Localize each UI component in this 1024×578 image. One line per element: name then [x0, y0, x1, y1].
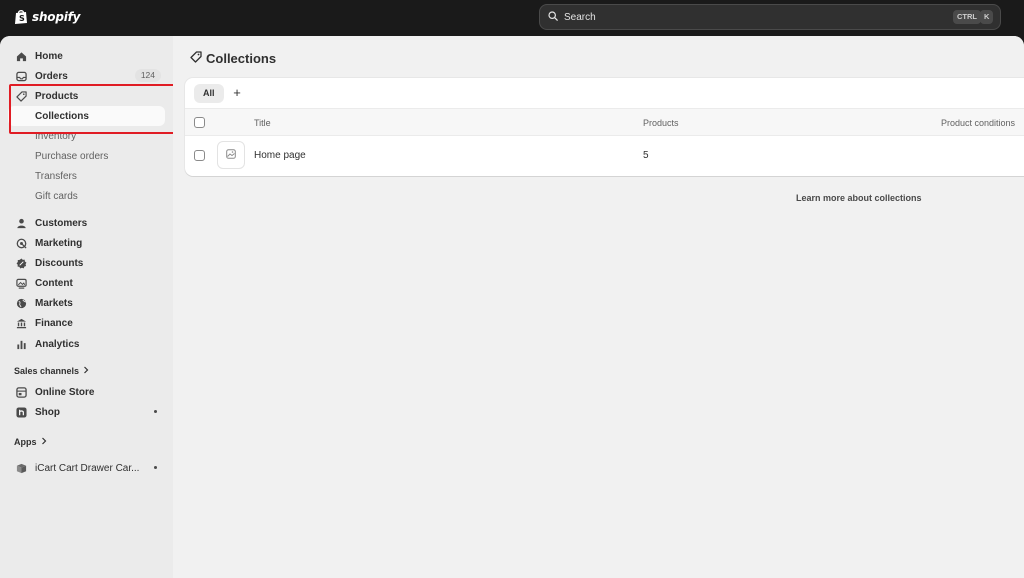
- sidebar-item-marketing[interactable]: Marketing: [8, 233, 165, 253]
- logo-wordmark: shopify: [32, 9, 81, 24]
- table-header: Title Products Product conditions: [185, 109, 1024, 136]
- collection-thumbnail: [217, 141, 245, 169]
- orders-count-badge: 124: [134, 69, 161, 82]
- tab-all[interactable]: All: [194, 84, 224, 103]
- section-label-text: Apps: [14, 437, 37, 447]
- sidebar-item-finance[interactable]: Finance: [8, 313, 165, 333]
- shortcut-k-key: K: [980, 10, 994, 24]
- chevron-right-icon: [41, 437, 47, 447]
- sidebar-item-label: Collections: [35, 110, 89, 122]
- table-row[interactable]: Home page 5: [185, 136, 1024, 176]
- sidebar-item-analytics[interactable]: Analytics: [8, 334, 165, 354]
- sidebar-item-markets[interactable]: Markets: [8, 293, 165, 313]
- inbox-icon: [16, 71, 27, 82]
- person-icon: [16, 218, 27, 229]
- storefront-icon: [16, 386, 27, 398]
- collection-title[interactable]: Home page: [254, 150, 306, 161]
- sidebar-item-label: Discounts: [35, 257, 84, 269]
- page-title: Collections: [190, 51, 276, 66]
- search-placeholder: Search: [564, 11, 596, 23]
- sidebar-item-home[interactable]: Home: [8, 46, 165, 66]
- column-header-products[interactable]: Products: [643, 118, 679, 128]
- shopify-bag-icon: S: [14, 8, 28, 25]
- search-icon: [548, 10, 558, 24]
- sidebar-item-orders[interactable]: Orders 124: [8, 66, 165, 86]
- app-shell: Home Orders 124 Products Collections Inv…: [0, 36, 1024, 578]
- sidebar-item-label: Markets: [35, 297, 73, 309]
- learn-more-link[interactable]: Learn more about collections: [796, 193, 922, 203]
- sidebar-item-label: Marketing: [35, 237, 83, 249]
- sidebar-item-label: Analytics: [35, 338, 80, 350]
- status-dot: [154, 466, 157, 469]
- shortcut-ctrl-key: CTRL: [953, 10, 981, 24]
- shopify-logo[interactable]: S shopify: [14, 8, 80, 25]
- app-icon: [16, 463, 27, 474]
- chevron-right-icon: [83, 366, 89, 376]
- home-icon: [16, 51, 27, 62]
- sidebar: Home Orders 124 Products Collections Inv…: [0, 36, 177, 578]
- status-dot: [154, 410, 157, 413]
- sidebar-item-online-store[interactable]: Online Store: [8, 382, 165, 402]
- sidebar-item-content[interactable]: Content: [8, 273, 165, 293]
- column-header-conditions[interactable]: Product conditions: [941, 118, 1015, 128]
- content-icon: [16, 278, 27, 289]
- sidebar-item-shop[interactable]: Shop: [8, 402, 165, 422]
- search-input[interactable]: Search CTRL K: [539, 4, 1001, 30]
- sidebar-item-label: Online Store: [35, 386, 95, 398]
- main-content: Collections All + Title Products Product…: [173, 36, 1024, 578]
- shop-app-icon: [16, 406, 27, 418]
- sidebar-item-label: Home: [35, 50, 63, 62]
- row-checkbox[interactable]: [194, 150, 205, 161]
- view-tabs: All +: [185, 78, 1024, 109]
- sidebar-item-label: iCart Cart Drawer Car...: [35, 462, 140, 474]
- sidebar-item-discounts[interactable]: Discounts: [8, 253, 165, 273]
- discount-icon: [16, 258, 27, 269]
- sidebar-item-label: Orders: [35, 70, 68, 82]
- target-icon: [16, 238, 27, 249]
- sidebar-item-collections[interactable]: Collections: [8, 106, 165, 126]
- sidebar-item-label: Customers: [35, 217, 88, 229]
- sidebar-item-customers[interactable]: Customers: [8, 213, 165, 233]
- select-all-checkbox[interactable]: [194, 117, 205, 128]
- sidebar-item-label: Content: [35, 277, 73, 289]
- sidebar-item-inventory[interactable]: Inventory: [35, 129, 76, 145]
- sidebar-item-gift-cards[interactable]: Gift cards: [35, 189, 78, 205]
- add-view-button[interactable]: +: [230, 83, 244, 102]
- bank-icon: [16, 318, 27, 329]
- bar-chart-icon: [16, 339, 27, 350]
- top-bar: S shopify Search CTRL K: [0, 0, 1024, 36]
- section-label-text: Sales channels: [14, 366, 80, 376]
- globe-icon: [16, 298, 27, 309]
- sidebar-item-label: Shop: [35, 406, 60, 418]
- sales-channels-section[interactable]: Sales channels: [14, 366, 89, 376]
- tag-icon: [190, 51, 202, 66]
- column-header-title[interactable]: Title: [254, 118, 271, 128]
- page-title-text: Collections: [206, 51, 277, 66]
- collections-card: All + Title Products Product conditions …: [185, 78, 1024, 176]
- apps-section[interactable]: Apps: [14, 437, 47, 447]
- tag-icon: [16, 90, 27, 102]
- sidebar-item-purchase-orders[interactable]: Purchase orders: [35, 149, 108, 165]
- image-placeholder-icon: [226, 148, 236, 162]
- sidebar-item-label: Finance: [35, 317, 73, 329]
- sidebar-item-label: Products: [35, 90, 79, 102]
- sidebar-item-transfers[interactable]: Transfers: [35, 169, 77, 185]
- svg-text:S: S: [19, 14, 25, 23]
- collection-product-count: 5: [643, 150, 649, 161]
- sidebar-item-icart-app[interactable]: iCart Cart Drawer Car...: [8, 458, 165, 478]
- sidebar-item-products[interactable]: Products: [8, 86, 165, 106]
